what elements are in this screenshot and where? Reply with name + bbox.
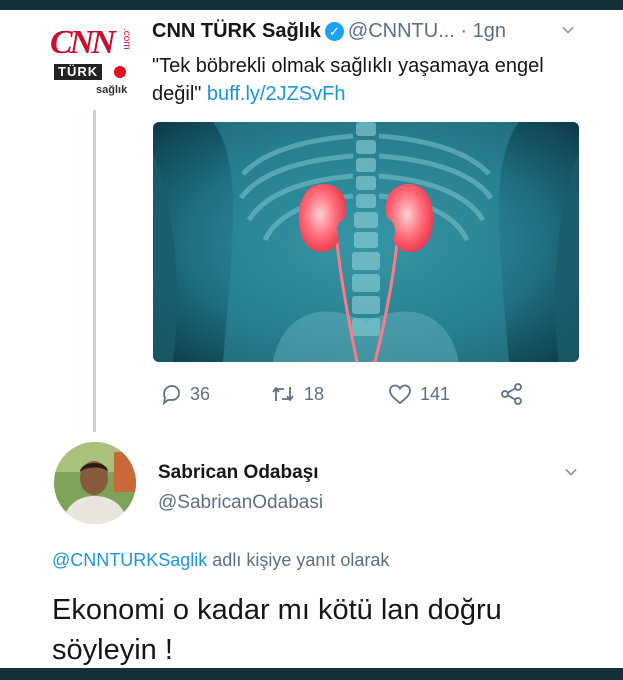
reply-author-handle[interactable]: @SabricanOdabasi — [158, 492, 323, 514]
cnn-logo-dot — [114, 66, 126, 78]
tweet-author-handle[interactable]: @CNNTU... — [348, 20, 455, 42]
replying-to-suffix: adlı kişiye yanıt olarak — [207, 550, 390, 570]
kidney-illustration — [153, 122, 579, 362]
cnn-turk-saglik-avatar[interactable]: CNN .com TÜRK sağlık — [50, 24, 136, 104]
reply-author-name[interactable]: Sabrican Odabaşı — [158, 462, 319, 484]
verified-badge-icon: ✓ — [324, 22, 344, 41]
tweet-actions: 36 18 141 — [160, 380, 560, 408]
tweet-author-name[interactable]: CNN TÜRK Sağlık — [152, 20, 321, 42]
retweet-count: 18 — [304, 383, 325, 404]
like-count: 141 — [420, 383, 451, 404]
reply-text: Ekonomi o kadar mı kötü lan doğru söyley… — [52, 594, 502, 666]
retweet-action[interactable]: 18 — [270, 380, 324, 408]
reply-action[interactable]: 36 — [160, 380, 210, 408]
cnn-logo-com: .com — [121, 28, 132, 50]
bottom-frame — [0, 668, 623, 680]
cnn-logo-text: CNN — [50, 24, 116, 61]
tweet-separator: · — [454, 20, 473, 42]
cnn-logo-sub: sağlık — [96, 84, 128, 96]
share-action[interactable] — [500, 380, 524, 408]
reply-icon — [162, 385, 180, 405]
retweet-icon — [272, 386, 294, 402]
chevron-down-icon[interactable] — [562, 24, 574, 36]
reply-author-avatar[interactable] — [54, 442, 136, 524]
tweet-image[interactable] — [153, 122, 579, 362]
reply-chevron-down-icon[interactable] — [565, 466, 577, 478]
tweet-link[interactable]: buff.ly/2JZSvFh — [207, 83, 346, 105]
like-action[interactable]: 141 — [388, 380, 450, 408]
replying-to: @CNNTURKSaglik adlı kişiye yanıt olarak — [52, 550, 389, 571]
tweet-time[interactable]: 1gn — [473, 20, 506, 42]
like-icon — [389, 384, 411, 405]
tweet-card: CNN .com TÜRK sağlık CNN TÜRK Sağlık ✓ @CN… — [0, 10, 623, 668]
tweet-text: "Tek böbrekli olmak sağlıklı yaşamaya en… — [152, 52, 572, 108]
tweet-header: CNN TÜRK Sağlık ✓ @CNNTU... · 1gn — [152, 20, 592, 50]
profile-photo — [54, 442, 136, 524]
reply-count: 36 — [190, 383, 211, 404]
replying-to-mention[interactable]: @CNNTURKSaglik — [52, 550, 207, 570]
cnn-logo-turk: TÜRK — [54, 64, 103, 80]
thread-line — [93, 110, 96, 432]
share-icon — [501, 383, 522, 405]
